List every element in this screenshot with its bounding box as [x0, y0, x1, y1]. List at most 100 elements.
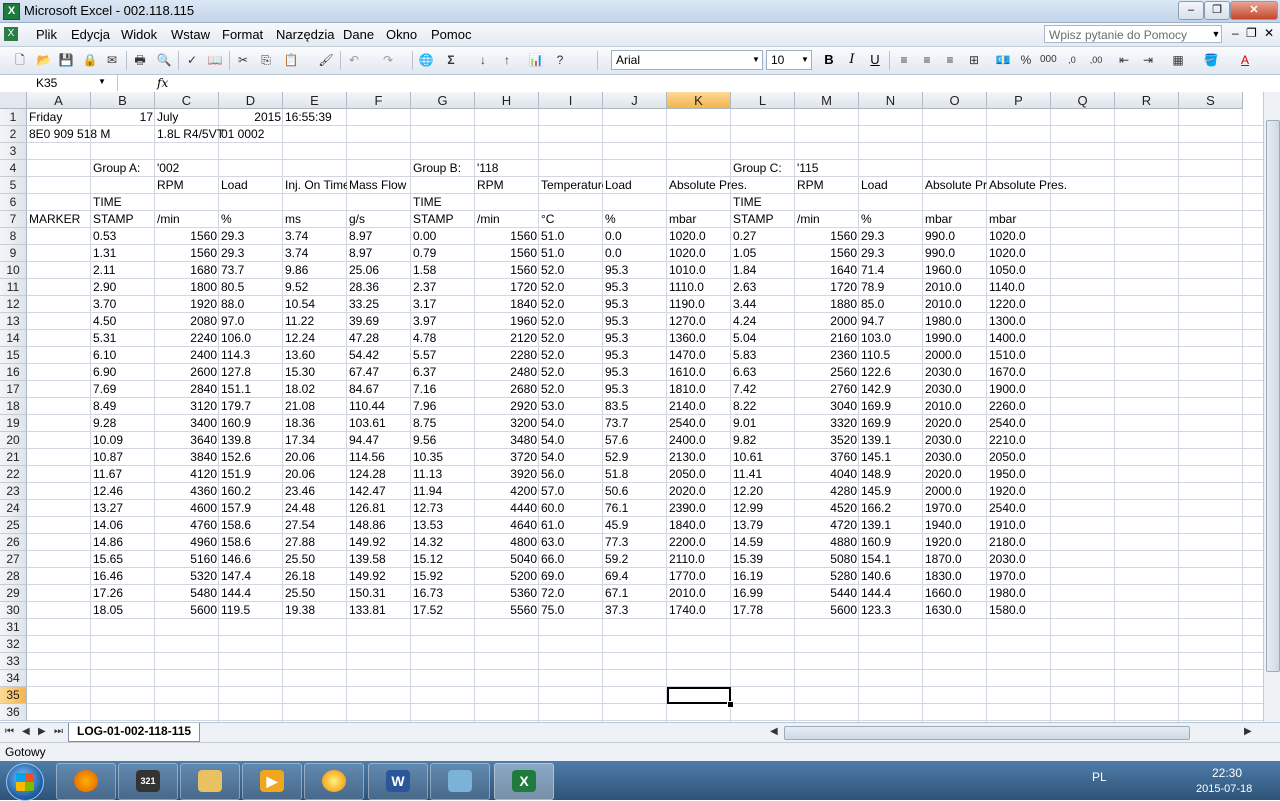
cell-j18[interactable]: 83.5: [603, 398, 667, 415]
cell-i19[interactable]: 54.0: [539, 415, 603, 432]
cell-l20[interactable]: 9.82: [731, 432, 795, 449]
language-indicator[interactable]: PL: [1092, 770, 1107, 784]
cell-j16[interactable]: 95.3: [603, 364, 667, 381]
cell-l16[interactable]: 6.63: [731, 364, 795, 381]
permission-icon[interactable]: 🔒: [82, 52, 98, 68]
cell-f16[interactable]: 67.47: [347, 364, 411, 381]
column-header-r[interactable]: R: [1115, 92, 1179, 109]
fill-handle[interactable]: [727, 701, 734, 708]
cell-j29[interactable]: 67.1: [603, 585, 667, 602]
cell-m8[interactable]: 1560: [795, 228, 859, 245]
cell-j13[interactable]: 95.3: [603, 313, 667, 330]
menu-format[interactable]: Format: [222, 27, 263, 42]
cell-c11[interactable]: 1800: [155, 279, 219, 296]
cell-f27[interactable]: 139.58: [347, 551, 411, 568]
cell-b24[interactable]: 13.27: [91, 500, 155, 517]
email-icon[interactable]: ✉: [104, 52, 120, 68]
cell-i7[interactable]: °C: [539, 211, 556, 228]
last-sheet-icon[interactable]: ⏭: [54, 726, 63, 737]
cell-i5[interactable]: Temperature: [539, 177, 603, 194]
cell-i14[interactable]: 52.0: [539, 330, 603, 347]
cell-l25[interactable]: 13.79: [731, 517, 795, 534]
cell-k10[interactable]: 1010.0: [667, 262, 731, 279]
cell-o12[interactable]: 2010.0: [923, 296, 987, 313]
cell-e19[interactable]: 18.36: [283, 415, 347, 432]
scroll-right-icon[interactable]: ▶: [1244, 726, 1252, 737]
cell-i22[interactable]: 56.0: [539, 466, 603, 483]
next-sheet-icon[interactable]: ▶: [38, 726, 46, 737]
cell-d17[interactable]: 151.1: [219, 381, 283, 398]
cell-b28[interactable]: 16.46: [91, 568, 155, 585]
cell-m13[interactable]: 2000: [795, 313, 859, 330]
cell-o24[interactable]: 1970.0: [923, 500, 987, 517]
cell-p10[interactable]: 1050.0: [987, 262, 1051, 279]
cell-f7[interactable]: g/s: [347, 211, 367, 228]
row-header-26[interactable]: 26: [0, 534, 27, 551]
cell-p30[interactable]: 1580.0: [987, 602, 1051, 619]
cell-h16[interactable]: 2480: [475, 364, 539, 381]
menu-okno[interactable]: Okno: [386, 27, 417, 42]
row-header-14[interactable]: 14: [0, 330, 27, 347]
cell-k17[interactable]: 1810.0: [667, 381, 731, 398]
cell-g24[interactable]: 12.73: [411, 500, 475, 517]
cell-c21[interactable]: 3840: [155, 449, 219, 466]
cell-n16[interactable]: 122.6: [859, 364, 923, 381]
cell-l15[interactable]: 5.83: [731, 347, 795, 364]
cell-j28[interactable]: 69.4: [603, 568, 667, 585]
cell-k7[interactable]: mbar: [667, 211, 698, 228]
doc-minimize-button[interactable]: –: [1232, 26, 1239, 40]
cell-m21[interactable]: 3760: [795, 449, 859, 466]
cell-p15[interactable]: 1510.0: [987, 347, 1051, 364]
row-header-11[interactable]: 11: [0, 279, 27, 296]
column-header-c[interactable]: C: [155, 92, 219, 109]
cell-b10[interactable]: 2.11: [91, 262, 155, 279]
cell-m30[interactable]: 5600: [795, 602, 859, 619]
row-header-8[interactable]: 8: [0, 228, 27, 245]
column-header-l[interactable]: L: [731, 92, 795, 109]
cell-h4[interactable]: '118: [475, 160, 500, 177]
cell-e28[interactable]: 26.18: [283, 568, 347, 585]
cell-n12[interactable]: 85.0: [859, 296, 923, 313]
cell-d24[interactable]: 157.9: [219, 500, 283, 517]
cell-p28[interactable]: 1970.0: [987, 568, 1051, 585]
help-search-input[interactable]: Wpisz pytanie do Pomocy: [1044, 25, 1222, 43]
cell-l9[interactable]: 1.05: [731, 245, 795, 262]
cell-c13[interactable]: 2080: [155, 313, 219, 330]
cell-d18[interactable]: 179.7: [219, 398, 283, 415]
row-header-4[interactable]: 4: [0, 160, 27, 177]
cell-n17[interactable]: 142.9: [859, 381, 923, 398]
cell-h29[interactable]: 5360: [475, 585, 539, 602]
row-header-12[interactable]: 12: [0, 296, 27, 313]
cell-j22[interactable]: 51.8: [603, 466, 667, 483]
cell-f15[interactable]: 54.42: [347, 347, 411, 364]
cell-o22[interactable]: 2020.0: [923, 466, 987, 483]
cell-c5[interactable]: RPM: [155, 177, 186, 194]
cell-j17[interactable]: 95.3: [603, 381, 667, 398]
new-document-icon[interactable]: 🗋: [12, 52, 28, 68]
cell-f17[interactable]: 84.67: [347, 381, 411, 398]
cell-m15[interactable]: 2360: [795, 347, 859, 364]
cell-o10[interactable]: 1960.0: [923, 262, 987, 279]
start-button[interactable]: [6, 763, 44, 801]
cell-o18[interactable]: 2010.0: [923, 398, 987, 415]
chevron-down-icon[interactable]: ▼: [98, 77, 106, 86]
cell-o13[interactable]: 1980.0: [923, 313, 987, 330]
cell-c20[interactable]: 3640: [155, 432, 219, 449]
cell-e25[interactable]: 27.54: [283, 517, 347, 534]
cell-c17[interactable]: 2840: [155, 381, 219, 398]
cell-i28[interactable]: 69.0: [539, 568, 603, 585]
cell-g14[interactable]: 4.78: [411, 330, 475, 347]
cell-l22[interactable]: 11.41: [731, 466, 795, 483]
align-center-icon[interactable]: ≡: [919, 52, 935, 68]
cell-n15[interactable]: 110.5: [859, 347, 923, 364]
menu-plik[interactable]: Plik: [36, 27, 57, 42]
cell-f21[interactable]: 114.56: [347, 449, 411, 466]
cell-h14[interactable]: 2120: [475, 330, 539, 347]
decrease-decimal-icon[interactable]: ,00: [1088, 52, 1104, 68]
font-color-icon[interactable]: A: [1237, 52, 1253, 68]
cell-b25[interactable]: 14.06: [91, 517, 155, 534]
taskbar-paint[interactable]: [304, 763, 364, 800]
cell-g15[interactable]: 5.57: [411, 347, 475, 364]
menu-dane[interactable]: Dane: [343, 27, 374, 42]
cell-k13[interactable]: 1270.0: [667, 313, 731, 330]
